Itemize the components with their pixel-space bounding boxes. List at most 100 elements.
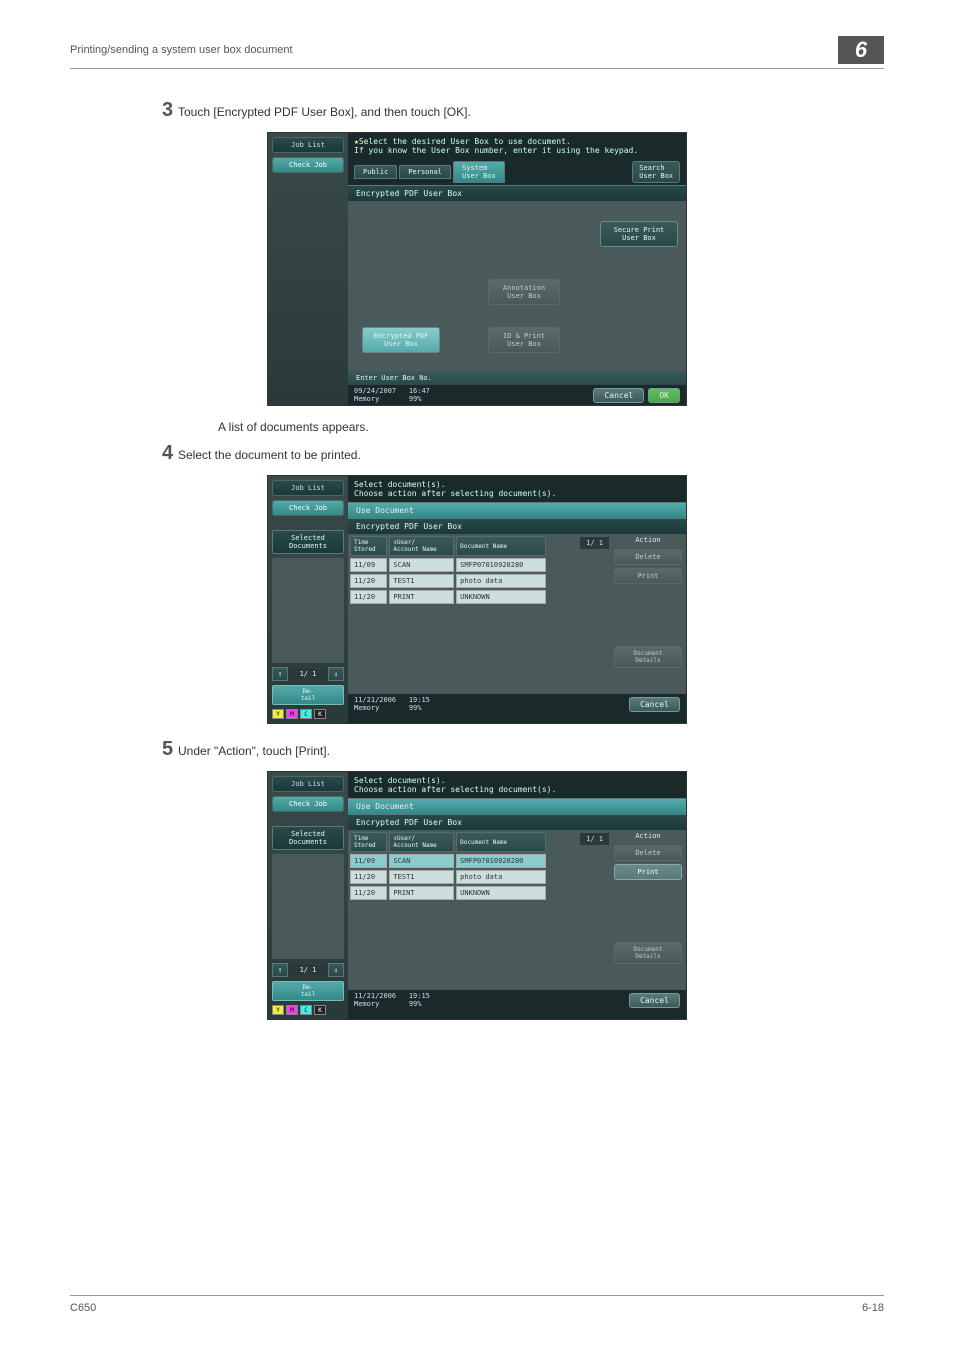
toner-status-3: Y M C K: [270, 1003, 346, 1017]
left-pager-3: ↑ 1/ 1 ↓: [272, 963, 344, 977]
ok-button[interactable]: OK: [648, 388, 680, 403]
left-pager: ↑ 1/ 1 ↓: [272, 667, 344, 681]
table-row[interactable]: 11/20PRINTUNKNOWN: [350, 590, 546, 604]
cell: SCAN: [389, 558, 454, 572]
screenshot-1: Job List Check Job ★Select the desired U…: [267, 132, 687, 406]
action-label: Action: [614, 534, 682, 546]
check-job-button-3[interactable]: Check Job: [272, 796, 344, 812]
document-table-3: Time Stored ↕User/ Account Name Document…: [348, 830, 548, 902]
table-header-row-3: Time Stored ↕User/ Account Name Document…: [350, 832, 546, 852]
cell: SMFP07010920280: [456, 854, 546, 868]
panel2-status: 11/21/2006 19:15 Memory 99%: [354, 696, 430, 712]
step-4: 4 Select the document to be printed.: [70, 442, 884, 465]
page-footer: C650 6-18: [70, 1295, 884, 1314]
step-5: 5 Under "Action", touch [Print].: [70, 738, 884, 761]
page-indicator-3: 1/ 1: [579, 832, 610, 846]
cell: TEST1: [389, 574, 454, 588]
toner-k-icon-3: K: [314, 1005, 326, 1015]
document-table: Time Stored ↕User/ Account Name Document…: [348, 534, 548, 606]
tab-system[interactable]: System User Box: [453, 161, 505, 183]
table-row[interactable]: 11/20TEST1photo data: [350, 574, 546, 588]
toner-y-icon-3: Y: [272, 1005, 284, 1015]
panel2-date: 11/21/2006: [354, 696, 396, 704]
table-row[interactable]: 11/20PRINTUNKNOWN: [350, 886, 546, 900]
use-document-bar-3: Use Document: [348, 798, 686, 814]
step-4-text: Select the document to be printed.: [178, 442, 884, 462]
step-3: 3 Touch [Encrypted PDF User Box], and th…: [70, 99, 884, 122]
job-list-button-3[interactable]: Job List: [272, 776, 344, 792]
encrypted-pdf-box-button[interactable]: Encrypted PDF User Box: [362, 327, 440, 353]
toner-m-icon: M: [286, 709, 298, 719]
step-5-number: 5: [70, 738, 178, 761]
panel3-memory-pct: 99%: [409, 1000, 422, 1008]
page-header: Printing/sending a system user box docum…: [70, 36, 884, 69]
toner-c-icon: C: [300, 709, 312, 719]
panel1-content: Secure Print User Box Annotation User Bo…: [348, 201, 686, 371]
secure-print-box-button[interactable]: Secure Print User Box: [600, 221, 678, 247]
id-print-box-button[interactable]: ID & Print User Box: [488, 327, 560, 353]
cancel-button-2[interactable]: Cancel: [629, 697, 680, 712]
tab-personal[interactable]: Personal: [399, 165, 451, 179]
col-user-account[interactable]: ↕User/ Account Name: [389, 536, 454, 556]
tab-public[interactable]: Public: [354, 165, 397, 179]
table-row[interactable]: 11/09SCANSMFP07010920280: [350, 558, 546, 572]
document-details-button-3[interactable]: Document Details: [614, 942, 682, 964]
step-3-number: 3: [70, 99, 178, 122]
panel2-right-col: Select document(s). Choose action after …: [348, 476, 686, 723]
pager-up-button-3[interactable]: ↑: [272, 963, 288, 977]
page: Printing/sending a system user box docum…: [0, 0, 954, 1350]
col-document-name[interactable]: Document Name: [456, 536, 546, 556]
table-row[interactable]: 11/20TEST1photo data: [350, 870, 546, 884]
cell: UNKNOWN: [456, 590, 546, 604]
panel-2: Job List Check Job Selected Documents ↑ …: [267, 475, 687, 724]
check-job-button[interactable]: Check Job: [272, 157, 344, 173]
col-user-account-3[interactable]: ↕User/ Account Name: [389, 832, 454, 852]
chapter-number: 6: [838, 36, 884, 64]
cell: SMFP07010920280: [456, 558, 546, 572]
panel1-left-col: Job List Check Job: [268, 133, 348, 405]
job-list-button-2[interactable]: Job List: [272, 480, 344, 496]
table-row[interactable]: 11/09SCANSMFP07010920280: [350, 854, 546, 868]
delete-button-3[interactable]: Delete: [614, 845, 682, 861]
action-label-3: Action: [614, 830, 682, 842]
print-button[interactable]: Print: [614, 568, 682, 584]
panel3-prompt: Select document(s). Choose action after …: [348, 772, 686, 798]
toner-y-icon: Y: [272, 709, 284, 719]
col-time-stored-3[interactable]: Time Stored: [350, 832, 387, 852]
step-3-text: Touch [Encrypted PDF User Box], and then…: [178, 99, 884, 119]
footer-left: C650: [70, 1302, 96, 1314]
print-button-3[interactable]: Print: [614, 864, 682, 880]
prompt1-line1: Select the desired User Box to use docum…: [359, 137, 571, 146]
detail-button-3[interactable]: De- tail: [272, 981, 344, 1001]
panel2-left-col: Job List Check Job Selected Documents ↑ …: [268, 476, 348, 723]
detail-button[interactable]: De- tail: [272, 685, 344, 705]
panel1-tabs: Public Personal System User Box Search U…: [348, 159, 686, 185]
pager-down-button-3[interactable]: ↓: [328, 963, 344, 977]
panel-1: Job List Check Job ★Select the desired U…: [267, 132, 687, 406]
panel2-memory-label: Memory: [354, 704, 379, 712]
annotation-box-button[interactable]: Annotation User Box: [488, 279, 560, 305]
pager-up-button[interactable]: ↑: [272, 667, 288, 681]
panel3-memory-label: Memory: [354, 1000, 379, 1008]
search-user-box-button[interactable]: Search User Box: [632, 161, 680, 183]
action-column: Action Delete Print Document Details: [614, 534, 682, 671]
check-job-button-2[interactable]: Check Job: [272, 500, 344, 516]
pager-indicator: 1/ 1: [289, 668, 327, 680]
panel3-left-col: Job List Check Job Selected Documents ↑ …: [268, 772, 348, 1019]
cell: photo data: [456, 870, 546, 884]
panel1-prompt: ★Select the desired User Box to use docu…: [348, 133, 686, 159]
document-details-button[interactable]: Document Details: [614, 646, 682, 668]
col-document-name-3[interactable]: Document Name: [456, 832, 546, 852]
cell: 11/20: [350, 574, 387, 588]
job-list-button[interactable]: Job List: [272, 137, 344, 153]
delete-button[interactable]: Delete: [614, 549, 682, 565]
pager-down-button[interactable]: ↓: [328, 667, 344, 681]
panel1-memory-pct: 99%: [409, 395, 422, 403]
selected-documents-label: Selected Documents: [272, 530, 344, 554]
col-time-stored[interactable]: Time Stored: [350, 536, 387, 556]
panel2-prompt: Select document(s). Choose action after …: [348, 476, 686, 502]
cancel-button-3[interactable]: Cancel: [629, 993, 680, 1008]
cell: PRINT: [389, 590, 454, 604]
panel-3: Job List Check Job Selected Documents ↑ …: [267, 771, 687, 1020]
cancel-button[interactable]: Cancel: [593, 388, 644, 403]
